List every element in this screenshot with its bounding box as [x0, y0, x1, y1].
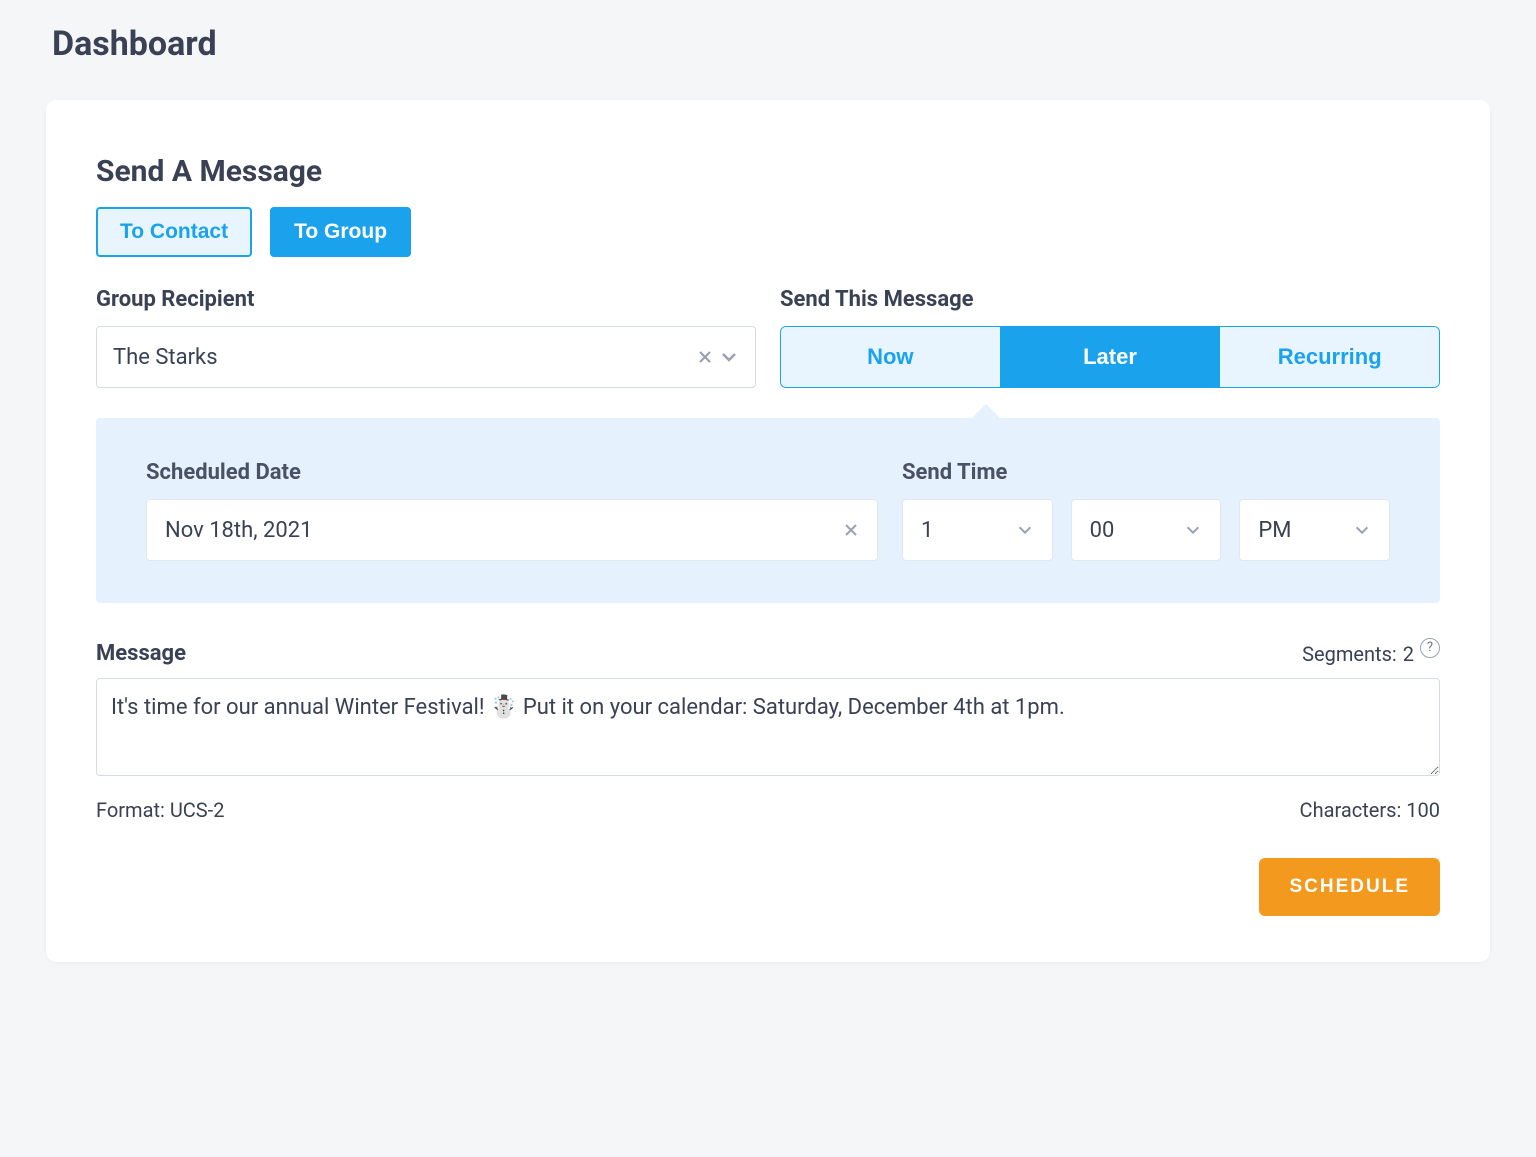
- group-recipient-select[interactable]: The Starks: [96, 326, 756, 388]
- minute-value: 00: [1090, 518, 1115, 543]
- card-title: Send A Message: [96, 154, 1440, 189]
- ampm-select[interactable]: PM: [1239, 499, 1390, 561]
- chevron-down-icon: [1184, 521, 1202, 539]
- segments-label: Segments:: [1302, 642, 1397, 666]
- scheduled-date-label: Scheduled Date: [146, 460, 878, 485]
- tab-to-contact[interactable]: To Contact: [96, 207, 252, 257]
- chevron-down-icon[interactable]: [719, 347, 739, 367]
- schedule-panel: Scheduled Date Nov 18th, 2021 Send Time …: [96, 418, 1440, 603]
- tab-to-group[interactable]: To Group: [270, 207, 411, 257]
- scheduled-date-input[interactable]: Nov 18th, 2021: [146, 499, 878, 561]
- clear-icon[interactable]: [697, 349, 713, 365]
- minute-select[interactable]: 00: [1071, 499, 1222, 561]
- segments-value: 2: [1403, 642, 1414, 666]
- help-icon[interactable]: ?: [1420, 638, 1440, 658]
- send-timing-segmented: Now Later Recurring: [780, 326, 1440, 388]
- schedule-button[interactable]: SCHEDULE: [1259, 858, 1440, 916]
- timing-later-button[interactable]: Later: [1001, 327, 1221, 387]
- chevron-down-icon: [1016, 521, 1034, 539]
- recipient-type-tabs: To Contact To Group: [96, 207, 1440, 257]
- timing-now-button[interactable]: Now: [781, 327, 1001, 387]
- chevron-down-icon: [1353, 521, 1371, 539]
- hour-select[interactable]: 1: [902, 499, 1053, 561]
- ampm-value: PM: [1258, 518, 1291, 543]
- format-info: Format: UCS-2: [96, 798, 224, 822]
- group-recipient-label: Group Recipient: [96, 287, 756, 312]
- send-time-label: Send Time: [902, 460, 1390, 485]
- send-timing-label: Send This Message: [780, 287, 1440, 312]
- character-count: Characters: 100: [1300, 798, 1440, 822]
- timing-recurring-button[interactable]: Recurring: [1220, 327, 1439, 387]
- message-textarea[interactable]: [96, 678, 1440, 776]
- send-message-card: Send A Message To Contact To Group Group…: [46, 100, 1490, 962]
- page-title: Dashboard: [52, 24, 1490, 64]
- hour-value: 1: [921, 518, 933, 543]
- clear-date-icon[interactable]: [843, 522, 859, 538]
- message-label: Message: [96, 641, 186, 666]
- scheduled-date-value: Nov 18th, 2021: [165, 518, 312, 543]
- group-recipient-value: The Starks: [113, 345, 218, 370]
